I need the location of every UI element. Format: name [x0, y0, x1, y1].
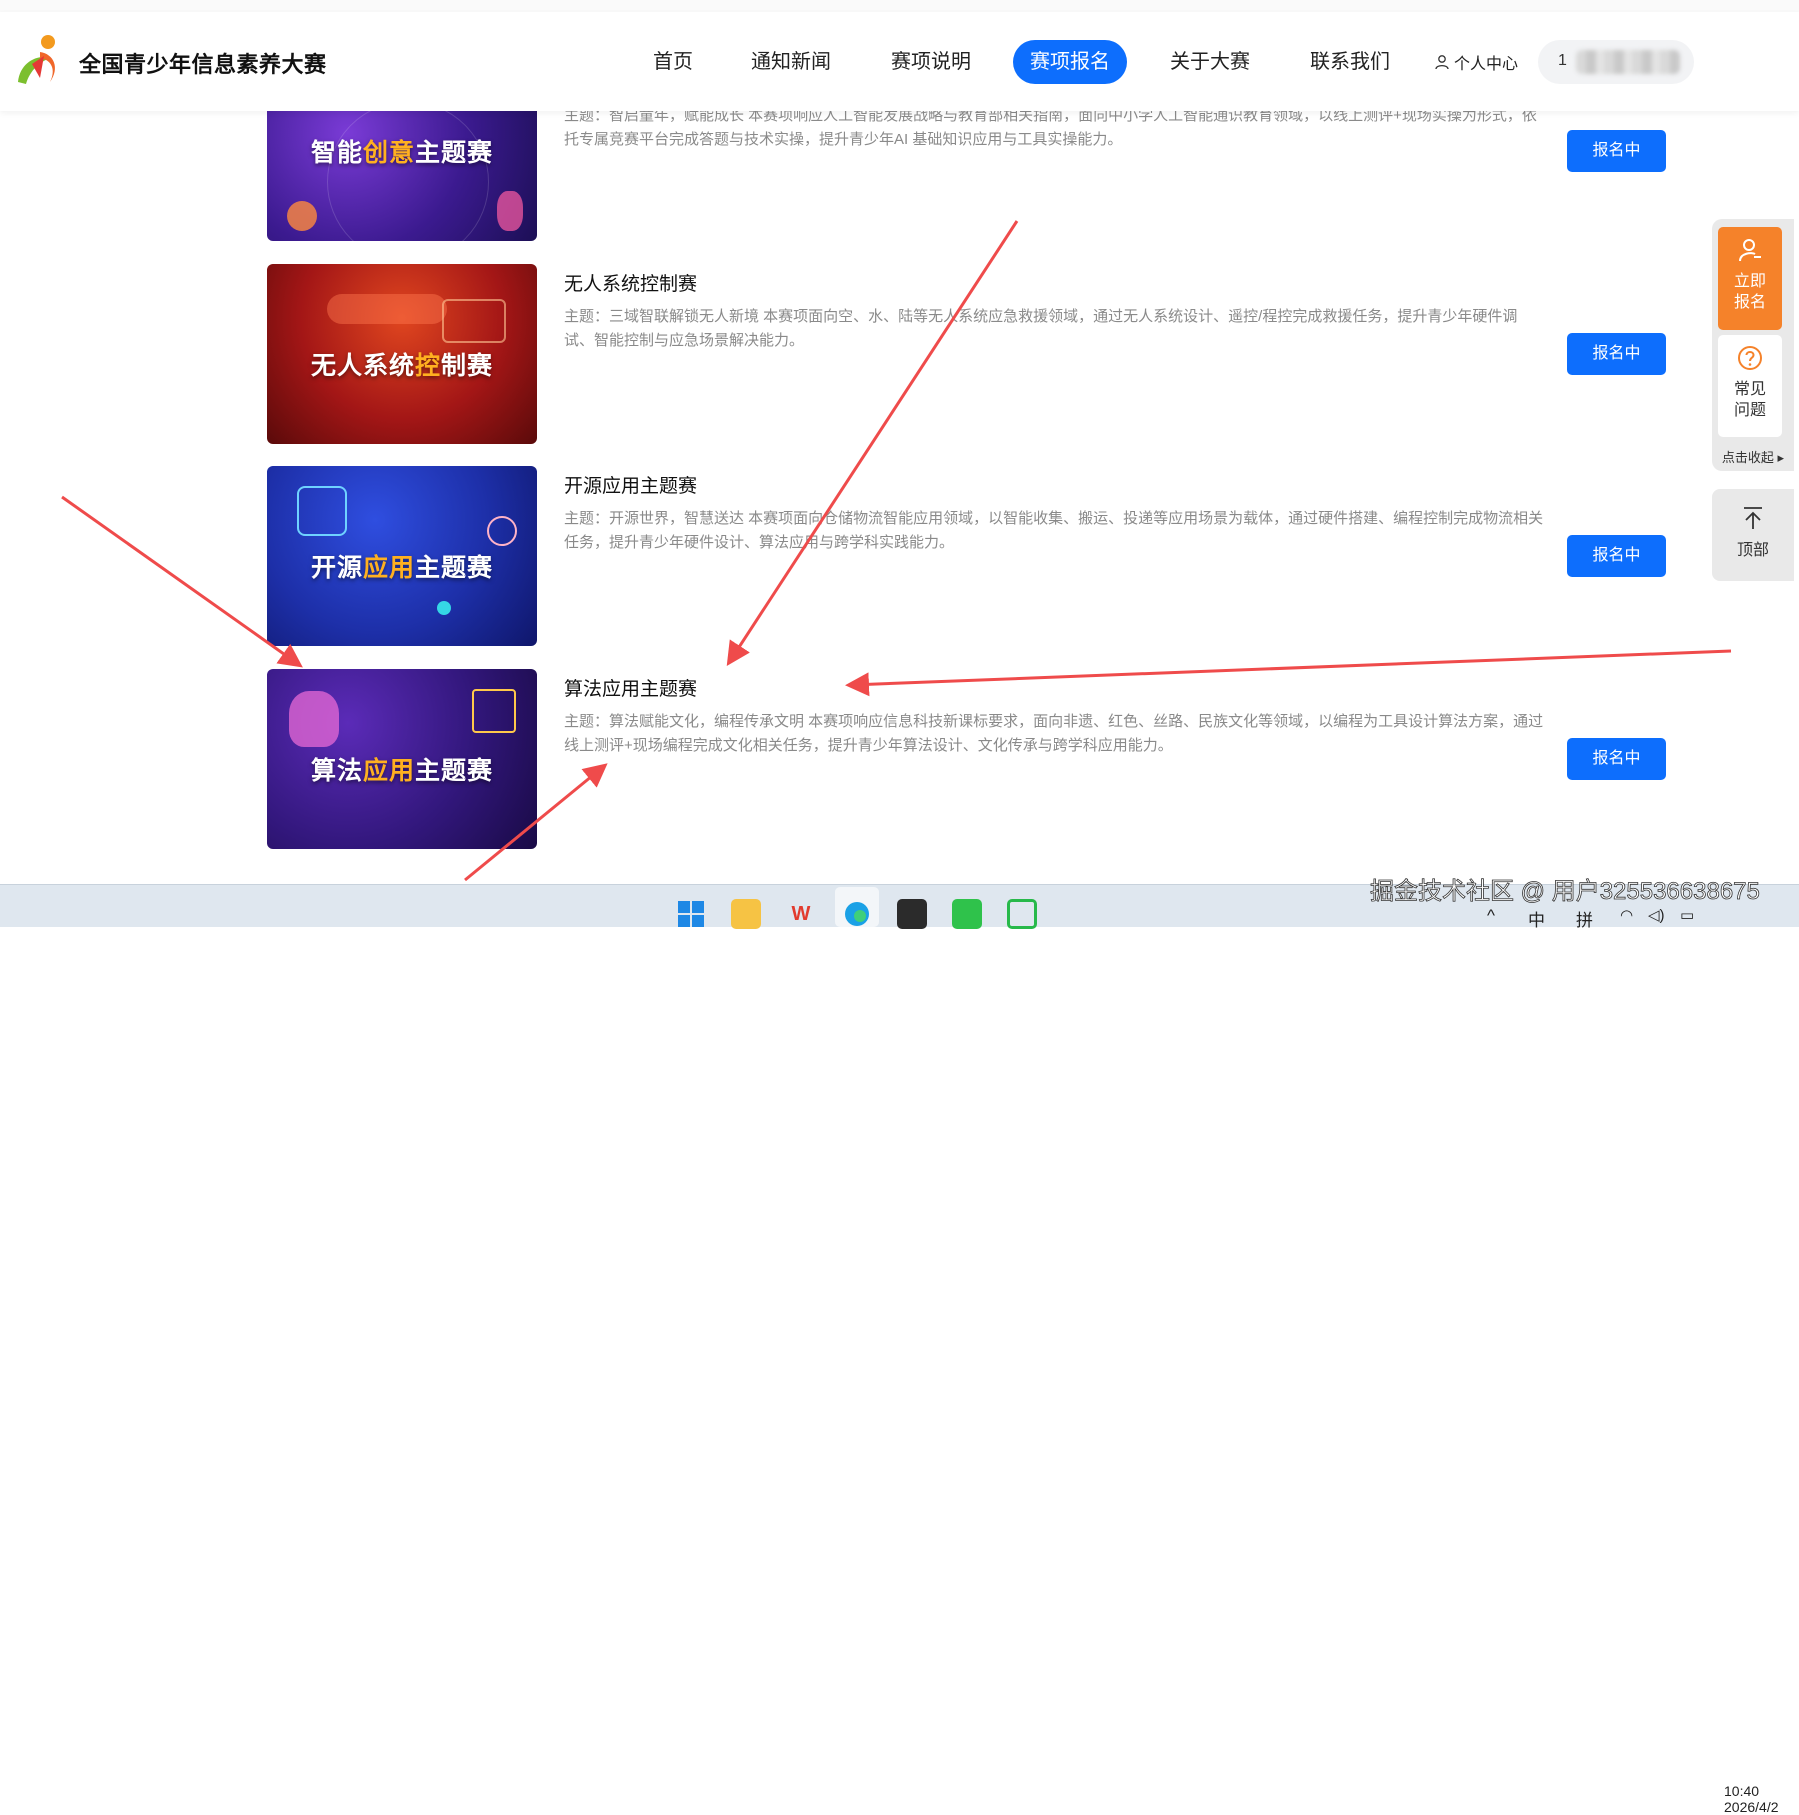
app-window-icon[interactable]	[1007, 899, 1037, 929]
file-explorer-icon[interactable]	[731, 899, 761, 929]
nav-about[interactable]: 关于大赛	[1170, 40, 1250, 84]
faq-label: 常见问题	[1734, 381, 1767, 419]
coral-decoration	[287, 201, 317, 231]
triangle-right-icon: ▸	[1777, 450, 1785, 465]
logo-icon[interactable]	[10, 32, 70, 92]
card-title: 开源应用主题赛	[564, 476, 698, 497]
collapse-panel-button[interactable]: 点击收起 ▸	[1712, 447, 1794, 466]
ime-mode[interactable]: 拼	[1576, 906, 1593, 931]
wps-office-icon[interactable]: W	[786, 899, 816, 929]
user-icon	[1435, 55, 1449, 70]
clock-time: 10:40	[1724, 1783, 1760, 1799]
quick-signup-label: 立即报名	[1734, 273, 1767, 311]
volume-icon[interactable]: ◁)	[1648, 906, 1665, 924]
user-center-label: 个人中心	[1454, 56, 1519, 73]
nav-event-signup[interactable]: 赛项报名	[1013, 40, 1127, 84]
signup-status-button[interactable]: 报名中	[1567, 738, 1666, 780]
card-description: 主题：三域智联解锁无人新境 本赛项面向空、水、陆等无人系统应急救援领域，通过无人…	[564, 308, 1518, 349]
card-image-label: 智能创意主题赛	[310, 139, 494, 167]
clock-date: 2026/4/2	[1724, 1799, 1779, 1815]
robot-decoration	[289, 691, 339, 747]
nav-home[interactable]: 首页	[653, 40, 693, 84]
question-circle-icon	[1738, 346, 1762, 370]
card-description: 主题：开源世界，智慧送达 本赛项面向仓储物流智能应用领域，以智能收集、搬运、投递…	[564, 510, 1544, 551]
card-image-label: 算法应用主题赛	[310, 757, 494, 785]
card-image-label: 无人系统控制赛	[310, 352, 494, 380]
ime-language[interactable]: 中	[1528, 906, 1545, 931]
card-title: 算法应用主题赛	[564, 679, 698, 700]
quick-signup-button[interactable]: 立即报名	[1718, 227, 1782, 330]
annotation-arrow	[845, 649, 1732, 697]
user-center-link[interactable]: 个人中心	[1434, 50, 1518, 74]
signup-status-button[interactable]: 报名中	[1567, 535, 1666, 577]
card-description: 主题：智启童年，赋能成长 本赛项响应人工智能发展战略与教育部相关指南，面向中小学…	[564, 107, 1537, 148]
phone-number-redacted	[1576, 50, 1680, 74]
nav-contact[interactable]: 联系我们	[1310, 40, 1390, 84]
clock[interactable]: 10:40 2026/4/2	[1724, 1783, 1779, 1815]
drone-decoration	[327, 294, 447, 324]
account-phone[interactable]: 1	[1538, 40, 1694, 84]
annotation-arrow	[726, 220, 1019, 667]
card-image-unmanned-system[interactable]: 无人系统控制赛	[267, 264, 537, 444]
signup-status-button[interactable]: 报名中	[1567, 333, 1666, 375]
gear-decoration	[487, 516, 517, 546]
arrow-up-icon	[1744, 507, 1762, 529]
battery-icon[interactable]: ▭	[1680, 906, 1694, 924]
dot-decoration	[437, 601, 451, 615]
edge-browser-active-icon[interactable]	[835, 887, 879, 927]
site-title[interactable]: 全国青少年信息素养大赛	[79, 47, 327, 79]
collapse-label: 点击收起	[1721, 450, 1774, 465]
tray-expand-icon[interactable]: ^	[1487, 906, 1495, 926]
controller-decoration	[442, 299, 506, 343]
signup-person-icon	[1739, 239, 1761, 262]
back-to-top-button[interactable]: 顶部	[1712, 489, 1794, 581]
back-to-top-label: 顶部	[1736, 542, 1769, 559]
site-header: 全国青少年信息素养大赛 首页 通知新闻 赛项说明 赛项报名 关于大赛 联系我们 …	[0, 12, 1799, 111]
signup-status-button[interactable]: 报名中	[1567, 130, 1666, 172]
nav-event-description[interactable]: 赛项说明	[891, 40, 971, 84]
flowchart-decoration	[472, 689, 516, 733]
faq-button[interactable]: 常见问题	[1718, 335, 1782, 437]
card-image-algorithm[interactable]: 算法应用主题赛	[267, 669, 537, 849]
code-icon-decoration	[297, 486, 347, 536]
card-title: 无人系统控制赛	[564, 274, 698, 295]
annotation-arrow	[61, 495, 303, 668]
floating-side-panel: 立即报名 常见问题 点击收起 ▸	[1712, 219, 1794, 471]
card-image-label: 开源应用主题赛	[310, 554, 494, 582]
watermark: 掘金技术社区 @ 用户325536638675	[1370, 878, 1761, 906]
card-image-open-source[interactable]: 开源应用主题赛	[267, 466, 537, 646]
nav-news[interactable]: 通知新闻	[751, 40, 831, 84]
wechat-icon[interactable]	[952, 899, 982, 929]
wifi-icon[interactable]: ◠	[1620, 906, 1633, 924]
phone-number-prefix: 1	[1558, 52, 1567, 69]
app-icon[interactable]	[897, 899, 927, 929]
windows-start-icon[interactable]	[676, 899, 706, 929]
card-description: 主题：算法赋能文化，编程传承文明 本赛项响应信息科技新课标要求，面向非遗、红色、…	[564, 713, 1544, 754]
ring-decoration	[327, 101, 489, 241]
coral-decoration	[497, 191, 523, 231]
